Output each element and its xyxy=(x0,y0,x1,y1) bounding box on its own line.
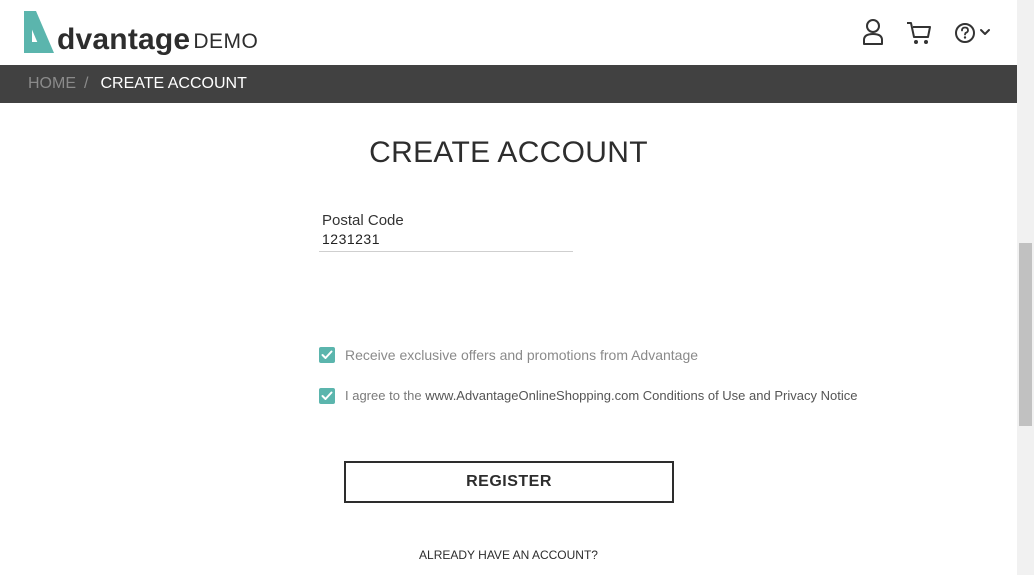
site-link[interactable]: www.AdvantageOnlineShopping.com xyxy=(425,388,639,403)
logo[interactable]: dvantage DEMO xyxy=(22,9,258,55)
user-icon[interactable] xyxy=(862,18,884,51)
chevron-down-icon xyxy=(980,29,990,35)
page-title: CREATE ACCOUNT xyxy=(369,136,648,169)
check-icon xyxy=(321,391,333,400)
agree-checkbox[interactable] xyxy=(319,388,335,404)
cart-icon[interactable] xyxy=(906,20,932,51)
agree-checkbox-label: I agree to the www.AdvantageOnlineShoppi… xyxy=(345,388,857,403)
header: dvantage DEMO xyxy=(0,0,1017,65)
scrollbar[interactable] xyxy=(1017,0,1034,575)
scrollbar-thumb[interactable] xyxy=(1019,243,1032,426)
agree-checkbox-row: I agree to the www.AdvantageOnlineShoppi… xyxy=(319,386,857,404)
privacy-notice-link[interactable]: Privacy Notice xyxy=(774,388,857,403)
breadcrumb-current: CREATE ACCOUNT xyxy=(100,75,247,92)
agree-and: and xyxy=(749,387,771,403)
logo-demo: DEMO xyxy=(193,30,259,53)
check-icon xyxy=(321,350,333,359)
postal-code-label: Postal Code xyxy=(322,212,404,229)
breadcrumb-separator: / xyxy=(84,75,89,92)
postal-code-field: Postal Code xyxy=(319,212,573,252)
agree-prefix: I agree to the xyxy=(345,387,422,403)
postal-code-input[interactable] xyxy=(319,229,573,252)
offers-checkbox-label: Receive exclusive offers and promotions … xyxy=(345,347,699,363)
register-button[interactable]: REGISTER xyxy=(344,461,674,503)
logo-text: dvantage xyxy=(57,23,191,56)
conditions-of-use-link[interactable]: Conditions of Use xyxy=(643,388,746,403)
offers-checkbox-row: Receive exclusive offers and promotions … xyxy=(319,347,698,363)
breadcrumb-home-link[interactable]: HOME xyxy=(28,75,76,93)
already-have-account-link[interactable]: ALREADY HAVE AN ACCOUNT? xyxy=(0,548,1017,562)
logo-mark-icon xyxy=(24,11,54,53)
help-icon[interactable] xyxy=(954,22,994,49)
offers-checkbox[interactable] xyxy=(319,347,335,363)
breadcrumb: HOME / CREATE ACCOUNT xyxy=(0,65,1017,103)
